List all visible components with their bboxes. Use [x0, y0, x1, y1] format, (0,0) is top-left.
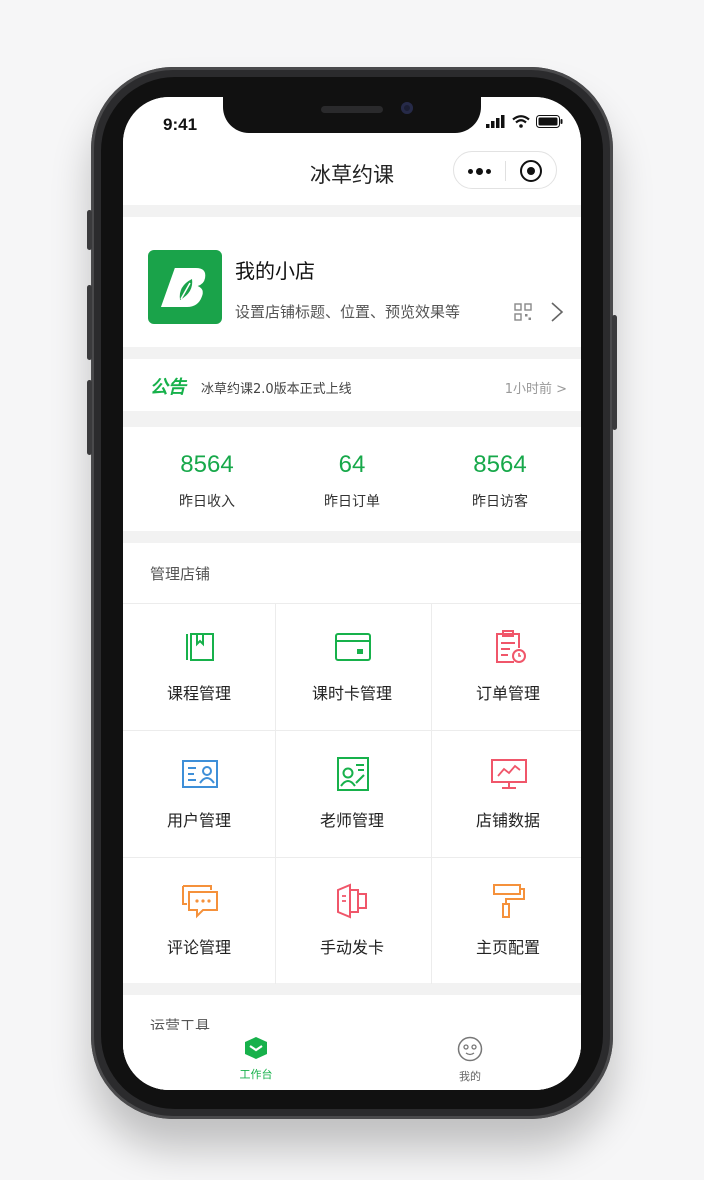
- close-mini-program-icon[interactable]: [520, 160, 542, 182]
- issue-card-icon: [337, 883, 367, 919]
- smile-icon: [457, 1036, 483, 1062]
- shop-card[interactable]: 我的小店 设置店铺标题、位置、预览效果等: [123, 217, 581, 347]
- notice-tag: 公告: [150, 377, 186, 398]
- stat-label: 昨日收入: [179, 494, 235, 510]
- stat-value: 64: [338, 451, 366, 478]
- tab-mine[interactable]: 我的: [430, 1036, 510, 1084]
- stat-visitors: 8564 昨日访客: [424, 451, 576, 511]
- grid-item-data[interactable]: 店铺数据: [432, 731, 581, 857]
- mute-switch: [87, 210, 92, 250]
- notice-text: 冰草约课2.0版本正式上线: [201, 382, 352, 397]
- status-bar: 9:41: [123, 97, 581, 145]
- phone-screen: 9:41 冰草约课 我的小店 设置店铺标题、位置、预览效果等 公告 冰草约课2.…: [123, 97, 581, 1090]
- stat-value: 8564: [180, 451, 234, 478]
- shop-name: 我的小店: [235, 259, 315, 283]
- order-icon: [496, 630, 526, 663]
- stat-orders: 64 昨日订单: [276, 451, 428, 511]
- manage-grid: 课程管理 课时卡管理 订单管理 用户管理 老师管理 店铺数据 评论管理 手动发卡…: [123, 603, 581, 984]
- shop-logo: [148, 250, 222, 324]
- mockup-background: 9:41 冰草约课 我的小店 设置店铺标题、位置、预览效果等 公告 冰草约课2.…: [0, 0, 704, 1180]
- stat-label: 昨日订单: [324, 494, 380, 510]
- grid-item-card[interactable]: 课时卡管理: [276, 604, 428, 730]
- front-camera: [401, 102, 413, 114]
- grid-item-label: 店铺数据: [475, 811, 540, 830]
- grid-item-label: 用户管理: [166, 811, 231, 830]
- teacher-icon: [337, 757, 369, 791]
- qr-code-icon[interactable]: [514, 303, 532, 321]
- tab-label: 我的: [459, 1070, 481, 1083]
- user-card-icon: [182, 760, 218, 788]
- battery-icon: [536, 115, 563, 128]
- signal-icon: [486, 115, 505, 128]
- course-icon: [186, 633, 214, 661]
- mini-program-capsule: [453, 151, 557, 189]
- grid-item-label: 老师管理: [319, 811, 384, 830]
- grid-item-order[interactable]: 订单管理: [432, 604, 581, 730]
- notch: [223, 97, 481, 133]
- grid-item-label: 手动发卡: [319, 938, 384, 957]
- stat-label: 昨日访客: [472, 494, 528, 510]
- tab-bar: 工作台 我的: [123, 1030, 581, 1090]
- shop-description: 设置店铺标题、位置、预览效果等: [235, 303, 461, 321]
- grid-item-course[interactable]: 课程管理: [123, 604, 275, 730]
- grid-item-label: 课程管理: [166, 684, 231, 703]
- leaf-b-logo-icon: [160, 268, 206, 307]
- stat-value: 8564: [473, 451, 527, 478]
- wifi-icon: [512, 115, 530, 128]
- volume-down-button: [87, 380, 92, 455]
- paint-roller-icon: [493, 884, 525, 918]
- grid-item-user[interactable]: 用户管理: [123, 731, 275, 857]
- volume-up-button: [87, 285, 92, 360]
- workbench-icon: [245, 1037, 267, 1059]
- stat-income: 8564 昨日收入: [131, 451, 283, 511]
- notice-bar[interactable]: 公告 冰草约课2.0版本正式上线 1小时前 >: [123, 359, 581, 411]
- manage-shop-section: 管理店铺 课程管理 课时卡管理 订单管理 用户管理 老师管理 店铺数据 评论管理…: [123, 543, 581, 984]
- nav-bar: 冰草约课: [123, 145, 581, 205]
- section-title: 管理店铺: [150, 565, 211, 583]
- grid-item-homepage[interactable]: 主页配置: [432, 858, 581, 984]
- notice-time: 1小时前 >: [504, 382, 567, 397]
- grid-item-comment[interactable]: 评论管理: [123, 858, 275, 984]
- chevron-right-icon[interactable]: [550, 301, 564, 323]
- grid-item-label: 课时卡管理: [311, 684, 392, 703]
- stats-panel: 8564 昨日收入 64 昨日订单 8564 昨日访客: [123, 427, 581, 531]
- speaker-grille: [321, 106, 383, 113]
- data-screen-icon: [491, 759, 527, 789]
- grid-item-issue-card[interactable]: 手动发卡: [276, 858, 428, 984]
- tab-label: 工作台: [239, 1068, 273, 1081]
- comment-icon: [182, 885, 218, 919]
- power-button: [612, 315, 617, 430]
- more-icon[interactable]: [468, 168, 491, 175]
- status-time: 9:41: [163, 115, 198, 134]
- tab-workbench[interactable]: 工作台: [216, 1036, 296, 1082]
- grid-item-label: 评论管理: [166, 938, 231, 957]
- grid-item-teacher[interactable]: 老师管理: [276, 731, 428, 857]
- card-icon: [335, 633, 371, 661]
- grid-item-label: 订单管理: [475, 684, 540, 703]
- grid-item-label: 主页配置: [475, 938, 540, 957]
